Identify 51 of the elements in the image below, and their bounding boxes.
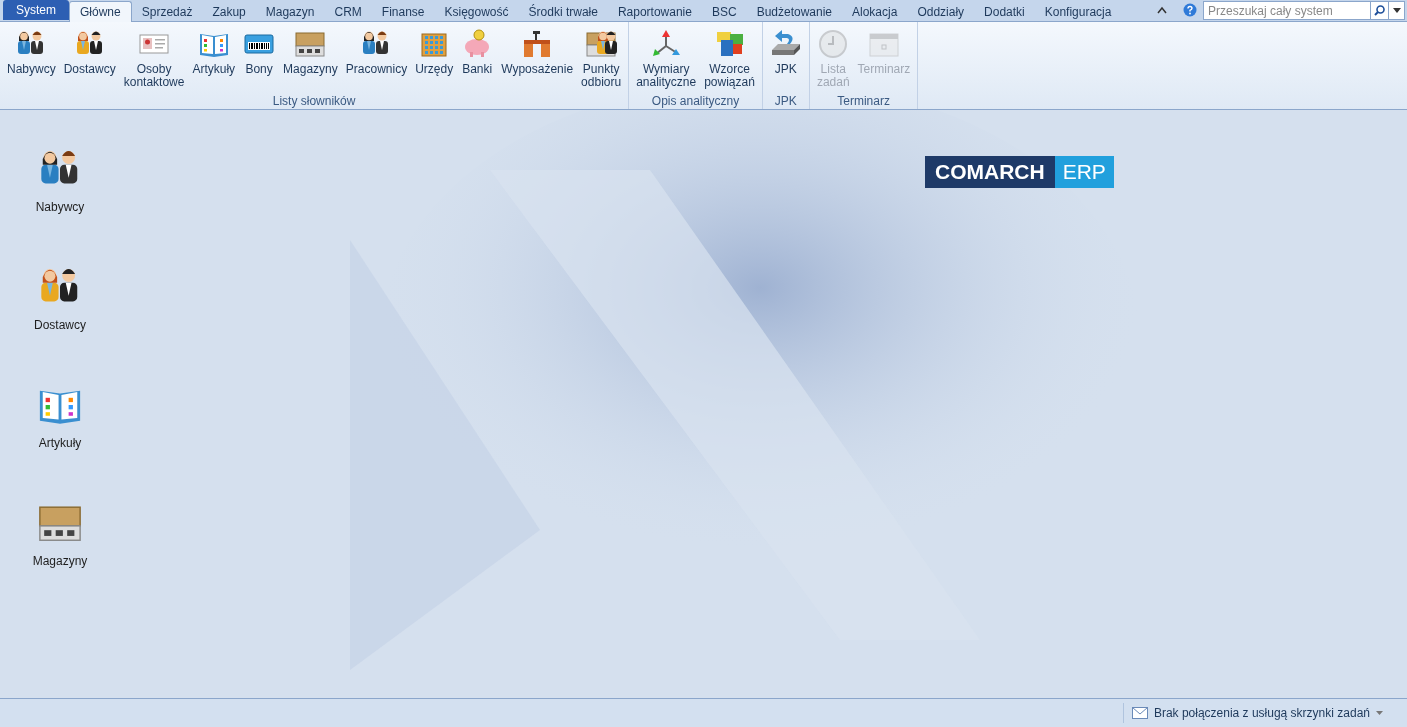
ribbon-button[interactable]: JPK xyxy=(765,28,806,92)
ribbon-tab[interactable]: Alokacja xyxy=(842,1,908,22)
ribbon-button[interactable]: Wzorce powiązań xyxy=(700,28,759,92)
ribbon-button[interactable]: Bony xyxy=(239,28,280,92)
ribbon-button[interactable]: Wymiary analityczne xyxy=(632,28,701,92)
ribbon-tab[interactable]: Środki trwałe xyxy=(518,1,608,22)
ribbon-tab[interactable]: Raportowanie xyxy=(607,1,702,22)
system-menu-button[interactable]: System xyxy=(3,0,69,20)
ribbon-tab[interactable]: Finanse xyxy=(371,1,435,22)
ribbon-tab[interactable]: Zakup xyxy=(202,1,256,22)
ribbon-button[interactable]: Punkty odbioru xyxy=(577,28,626,92)
caret-icon xyxy=(1376,711,1383,715)
ribbon-tab[interactable]: Dodatki xyxy=(974,1,1035,22)
ribbon-tab[interactable]: Konfiguracja xyxy=(1034,1,1122,22)
ribbon-tab[interactable]: Sprzedaż xyxy=(131,1,203,22)
envelope-icon xyxy=(1131,707,1148,719)
collapse-ribbon-icon[interactable] xyxy=(1157,6,1167,14)
logo-product-text: ERP xyxy=(1054,156,1114,188)
group-label: Opis analityczny xyxy=(650,93,741,109)
ribbon-button[interactable]: Osoby kontaktowe xyxy=(119,28,189,92)
ribbon-button[interactable]: Nabywcy xyxy=(3,28,60,92)
ribbon-button[interactable]: Wyposażenie xyxy=(497,28,578,92)
ribbon-tab[interactable]: BSC xyxy=(701,1,747,22)
desktop-shortcut[interactable]: Dostawcy xyxy=(34,264,86,334)
search-field[interactable]: Przeszukaj cały system xyxy=(1203,1,1405,20)
ribbon-tab[interactable]: CRM xyxy=(324,1,372,22)
ribbon-button[interactable]: Urzędy xyxy=(411,28,458,92)
ribbon-tab[interactable]: Księgowość xyxy=(434,1,519,22)
ribbon-button[interactable]: Dostawcy xyxy=(59,28,120,92)
logo-brand-text: COMARCH xyxy=(925,156,1055,188)
status-message[interactable]: Brak połączenia z usługą skrzynki zadań xyxy=(1153,704,1370,722)
group-label: Terminarz xyxy=(836,93,891,109)
ribbon-button[interactable]: Pracownicy xyxy=(341,28,412,92)
desktop-shortcut[interactable]: Magazyny xyxy=(32,500,88,570)
search-icon xyxy=(1374,5,1385,16)
desktop-shortcut[interactable]: Nabywcy xyxy=(35,146,85,216)
ribbon-tab[interactable]: Główne xyxy=(69,1,132,22)
ribbon-button[interactable]: Magazyny xyxy=(279,28,342,92)
caret-icon xyxy=(1392,8,1401,13)
ribbon-tab[interactable]: Budżetowanie xyxy=(746,1,842,22)
help-icon[interactable] xyxy=(1183,3,1197,17)
clock-icon xyxy=(817,28,850,60)
desktop-shortcut[interactable]: Artykuły xyxy=(37,382,83,452)
group-label: JPK xyxy=(773,93,798,109)
dropdown-button[interactable] xyxy=(1388,2,1404,19)
ribbon-button[interactable]: Artykuły xyxy=(188,28,240,92)
ribbon-button[interactable]: Banki xyxy=(457,28,498,92)
ribbon-tab[interactable]: Oddziały xyxy=(907,1,975,22)
search-button[interactable] xyxy=(1370,2,1388,19)
group-label: Listy słowników xyxy=(271,93,357,109)
ribbon-tab[interactable]: Magazyn xyxy=(255,1,325,22)
